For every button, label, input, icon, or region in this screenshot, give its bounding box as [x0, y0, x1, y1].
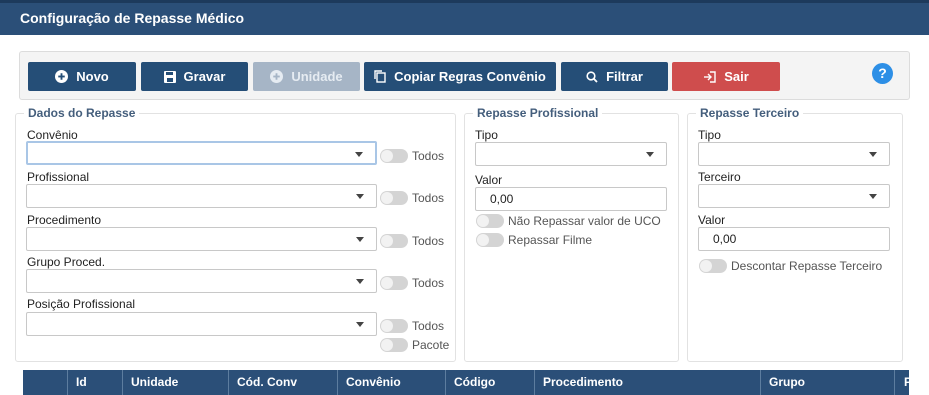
posicao-todos-label: Todos [412, 319, 445, 333]
copiar-regras-button[interactable]: Copiar Regras Convênio [364, 62, 556, 91]
column-header-procedimento[interactable]: Procedimento [534, 370, 760, 395]
column-header-grupo[interactable]: Grupo [760, 370, 894, 395]
chevron-down-icon [356, 279, 364, 284]
chevron-down-icon [869, 152, 877, 157]
descontar-terceiro-toggle[interactable] [699, 259, 727, 273]
copy-icon [374, 70, 386, 83]
chevron-down-icon [356, 194, 364, 199]
gravar-button[interactable]: Gravar [141, 62, 248, 91]
profissional-todos-toggle[interactable] [380, 191, 408, 205]
repassar-filme-toggle[interactable] [476, 233, 504, 247]
column-header-id[interactable]: Id [67, 370, 122, 395]
rt-valor-label: Valor [698, 213, 726, 227]
descontar-terceiro-label: Descontar Repasse Terceiro [731, 259, 883, 273]
copiar-label: Copiar Regras Convênio [394, 69, 546, 84]
gravar-label: Gravar [183, 69, 226, 84]
rp-valor-label: Valor [475, 173, 503, 187]
unidade-button[interactable]: Unidade [253, 62, 360, 91]
repassar-filme-label: Repassar Filme [508, 233, 593, 247]
repasse-terceiro-legend: Repasse Terceiro [696, 106, 804, 120]
save-icon [163, 70, 176, 83]
chevron-down-icon [356, 237, 364, 242]
window-title: Configuração de Repasse Médico [20, 10, 245, 26]
dados-repasse-legend: Dados do Repasse [24, 106, 140, 120]
novo-button[interactable]: Novo [28, 62, 136, 91]
pacote-toggle[interactable] [380, 338, 408, 352]
table-header: Id Unidade Cód. Conv Convênio Código Pro… [23, 370, 909, 395]
rp-tipo-select[interactable] [475, 142, 667, 166]
column-header-cod-conv[interactable]: Cód. Conv [228, 370, 337, 395]
rp-tipo-label: Tipo [475, 128, 498, 142]
search-icon [586, 70, 598, 83]
title-bar: Configuração de Repasse Médico [0, 0, 929, 35]
rt-tipo-select[interactable] [698, 142, 890, 166]
sair-button[interactable]: Sair [672, 62, 780, 91]
grupo-proced-select[interactable] [26, 269, 377, 293]
posicao-profissional-label: Posição Profissional [27, 297, 136, 311]
rt-valor-input[interactable]: 0,00 [698, 227, 890, 251]
pacote-label: Pacote [412, 338, 450, 352]
procedimento-todos-label: Todos [412, 234, 445, 248]
column-header-convenio[interactable]: Convênio [337, 370, 445, 395]
chevron-down-icon [356, 322, 364, 327]
grupo-proced-label: Grupo Proced. [27, 255, 106, 269]
profissional-select[interactable] [26, 184, 377, 208]
convenio-todos-label: Todos [412, 149, 445, 163]
unidade-label: Unidade [291, 69, 343, 84]
sair-label: Sair [724, 69, 749, 84]
novo-label: Novo [76, 69, 109, 84]
chevron-down-icon [869, 194, 877, 199]
filtrar-label: Filtrar [606, 69, 643, 84]
toolbar: Novo Gravar Unidade Copiar Regras Convên… [19, 51, 910, 100]
procedimento-select[interactable] [26, 227, 377, 251]
convenio-label: Convênio [27, 128, 78, 142]
procedimento-todos-toggle[interactable] [380, 234, 408, 248]
plus-circle-icon [55, 70, 69, 83]
column-header-truncated[interactable]: P [894, 370, 909, 395]
convenio-select[interactable] [26, 141, 377, 165]
nao-repassar-uco-toggle[interactable] [476, 214, 504, 228]
help-icon[interactable]: ? [872, 63, 893, 84]
chevron-down-icon [355, 152, 363, 157]
column-header-unidade[interactable]: Unidade [122, 370, 228, 395]
profissional-todos-label: Todos [412, 191, 445, 205]
rp-valor-input[interactable]: 0,00 [475, 187, 667, 211]
grupo-todos-label: Todos [412, 276, 445, 290]
rt-terceiro-label: Terceiro [698, 170, 741, 184]
filtrar-button[interactable]: Filtrar [561, 62, 668, 91]
profissional-label: Profissional [27, 170, 90, 184]
rt-tipo-label: Tipo [698, 128, 721, 142]
nao-repassar-uco-label: Não Repassar valor de UCO [508, 214, 661, 228]
column-header-select[interactable] [23, 370, 67, 395]
convenio-todos-toggle[interactable] [380, 149, 408, 163]
grupo-todos-toggle[interactable] [380, 276, 408, 290]
chevron-down-icon [646, 152, 654, 157]
rt-terceiro-select[interactable] [698, 184, 890, 208]
exit-icon [704, 70, 716, 83]
posicao-todos-toggle[interactable] [380, 319, 408, 333]
procedimento-label: Procedimento [27, 213, 102, 227]
repasse-profissional-legend: Repasse Profissional [473, 106, 603, 120]
column-header-codigo[interactable]: Código [445, 370, 534, 395]
plus-circle-icon [270, 70, 284, 83]
posicao-profissional-select[interactable] [26, 312, 377, 336]
